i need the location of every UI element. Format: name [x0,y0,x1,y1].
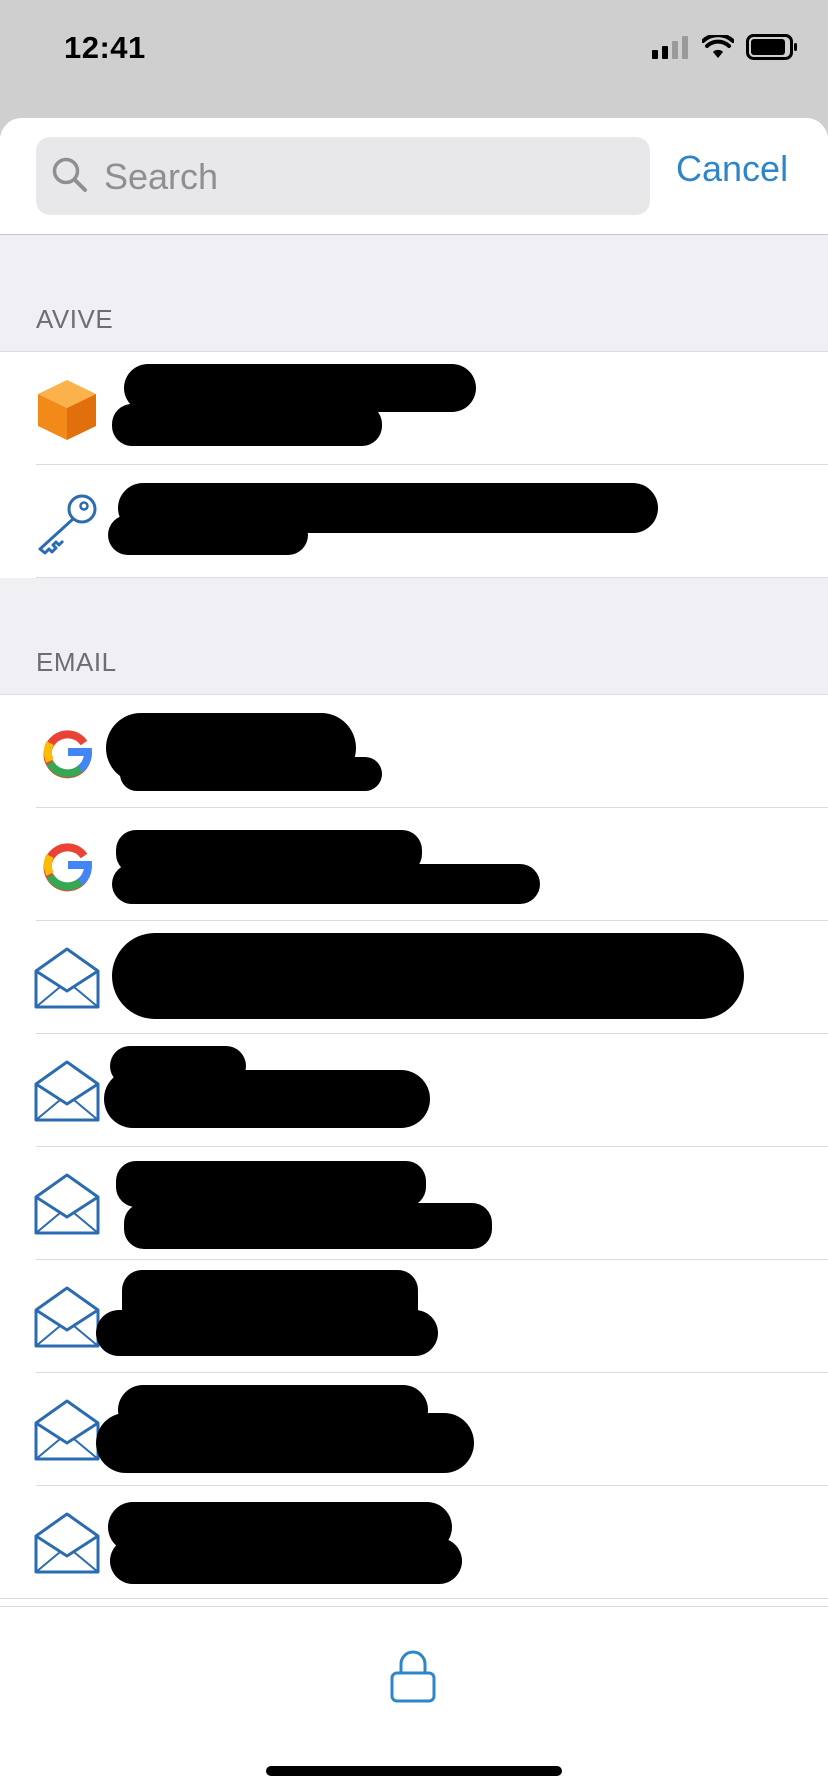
wifi-icon [702,35,734,58]
redacted-subtitle [96,1310,438,1356]
search-input[interactable] [102,149,626,205]
redacted-subtitle [112,404,382,446]
home-indicator [266,1766,562,1776]
list-item[interactable] [0,695,828,808]
status-icons [652,34,798,60]
battery-icon [746,34,797,60]
section-title: AVIVE [36,304,114,334]
list-item[interactable] [0,1260,828,1373]
list-item[interactable] [0,465,828,578]
redacted-subtitle [112,864,540,904]
section-header-avive: AVIVE [0,235,828,352]
list-item[interactable] [0,1486,828,1599]
item-list: AVIVE EMAIL [0,235,828,1599]
bottom-toolbar [0,1606,828,1792]
redacted-subtitle [108,515,308,555]
status-time: 12:41 [64,30,146,65]
cancel-button[interactable]: Cancel [676,148,788,190]
list-item[interactable] [0,1034,828,1147]
redacted-subtitle [124,1203,492,1249]
envelope-icon [34,947,100,1009]
status-bar: 12:41 [0,0,828,110]
redacted-title [116,1161,426,1207]
cellular-signal-icon [652,36,688,59]
google-icon [43,730,92,779]
envelope-icon [34,1060,100,1122]
redacted-subtitle [96,1413,474,1473]
envelope-icon [34,1512,100,1574]
redacted-subtitle [104,1070,430,1128]
envelope-icon [34,1399,100,1461]
list-item[interactable] [0,808,828,921]
search-field-container[interactable] [36,137,650,215]
key-icon [38,494,97,555]
section-title: EMAIL [36,647,117,677]
envelope-icon [34,1286,100,1348]
redacted-subtitle [120,757,382,791]
google-icon [43,843,92,892]
redacted-title [112,933,744,1019]
list-item[interactable] [0,921,828,1034]
lock-icon[interactable] [388,1649,438,1703]
list-item[interactable] [0,352,828,465]
orange-cube-icon [38,380,96,440]
search-icon [52,157,87,192]
list-item[interactable] [0,1373,828,1486]
vault-picker-sheet: Cancel AVIVE EMAIL [0,118,828,1792]
list-item[interactable] [0,1147,828,1260]
redacted-subtitle [110,1538,462,1584]
section-header-email: EMAIL [0,578,828,695]
search-bar: Cancel [0,118,828,235]
envelope-icon [34,1173,100,1235]
